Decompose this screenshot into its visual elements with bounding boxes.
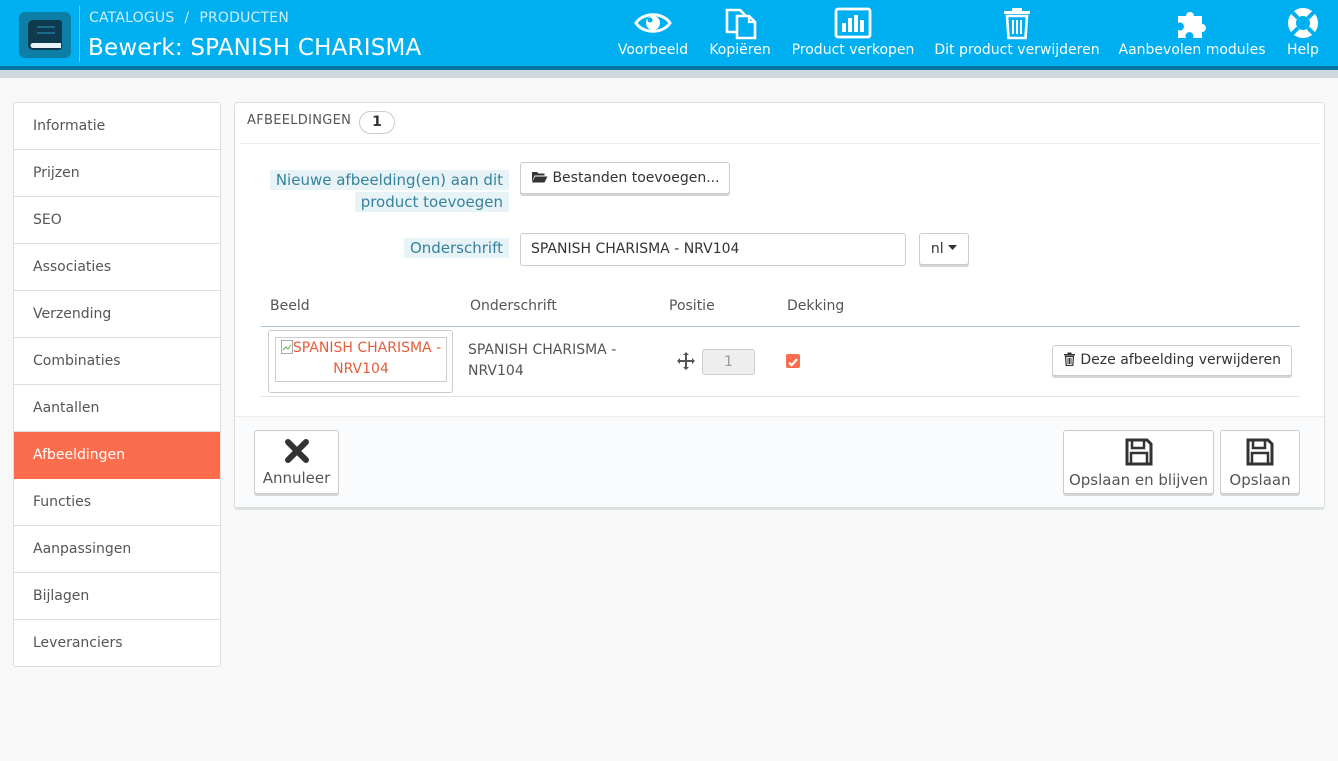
lifebuoy-icon (1288, 8, 1318, 38)
table-row-divider (261, 396, 1300, 397)
trash-small-icon (1063, 352, 1075, 367)
image-alt-text: SPANISH CHARISMA - NRV104 (292, 340, 442, 377)
top-header: CATALOGUS / PRODUCTEN Bewerk: SPANISH CHAR… (0, 0, 1338, 70)
catalog-book-icon (19, 12, 71, 58)
delete-image-button[interactable]: Deze afbeelding verwijderen (1052, 345, 1292, 376)
row-caption: SPANISH CHARISMA - NRV104 (468, 340, 616, 382)
copy-label: Kopiëren (709, 42, 771, 58)
image-count-badge: 1 (359, 111, 395, 134)
cancel-button[interactable]: Annuleer (254, 430, 339, 494)
sidebar-item-aanpassingen[interactable]: Aanpassingen (14, 526, 220, 573)
puzzle-icon (1178, 12, 1206, 38)
save-floppy-icon (1125, 438, 1152, 466)
column-header-position: Positie (669, 298, 715, 314)
sidebar-item-informatie[interactable]: Informatie (14, 103, 220, 150)
preview-label: Voorbeeld (617, 42, 689, 58)
sidebar-item-afbeeldingen[interactable]: Afbeeldingen (14, 432, 220, 479)
row-caption-line1: SPANISH CHARISMA - (468, 342, 617, 358)
language-value: nl (930, 241, 944, 257)
drag-move-icon[interactable] (676, 351, 696, 371)
new-image-label-line2: product toevoegen (354, 192, 509, 212)
sell-product-button[interactable]: Product verkopen (790, 6, 916, 64)
panel-heading: AFBEELDINGEN (247, 113, 352, 128)
folder-open-icon (532, 172, 548, 183)
help-button[interactable]: Help (1281, 6, 1325, 64)
save-label: Opslaan (1229, 471, 1291, 489)
sidebar-item-bijlagen[interactable]: Bijlagen (14, 573, 220, 620)
add-files-button[interactable]: Bestanden toevoegen... (520, 162, 730, 194)
recommended-modules-label: Aanbevolen modules (1118, 42, 1266, 58)
caption-input[interactable]: SPANISH CHARISMA - NRV104 (520, 233, 906, 266)
breadcrumb-products[interactable]: PRODUCTEN (199, 10, 289, 26)
delete-product-label: Dit product verwijderen (934, 42, 1100, 58)
header-shadow (0, 70, 1338, 78)
cancel-label: Annuleer (262, 469, 331, 487)
row-caption-line2: NRV104 (468, 363, 524, 379)
sidebar-item-functies[interactable]: Functies (14, 479, 220, 526)
panel-heading-divider (240, 143, 1321, 144)
image-thumbnail[interactable]: SPANISH CHARISMA - NRV104 (268, 330, 453, 393)
trash-icon (1004, 8, 1030, 40)
checkmark-icon (788, 358, 798, 367)
close-icon (284, 439, 309, 463)
save-button[interactable]: Opslaan (1220, 430, 1300, 494)
breadcrumb: CATALOGUS / PRODUCTEN (89, 10, 289, 26)
column-header-cover: Dekking (787, 298, 845, 314)
panel-footer: Annuleer Opslaan en blijven Opslaan (235, 416, 1324, 507)
chart-icon (834, 7, 872, 39)
caption-label: Onderschrift (385, 237, 509, 259)
breadcrumb-catalog[interactable]: CATALOGUS (89, 10, 174, 26)
caption-label-text: Onderschrift (403, 238, 509, 258)
header-divider (79, 6, 80, 62)
caret-down-icon (948, 245, 958, 250)
sidebar-item-associaties[interactable]: Associaties (14, 244, 220, 291)
language-dropdown[interactable]: nl (919, 233, 969, 265)
sidebar-item-combinaties[interactable]: Combinaties (14, 338, 220, 385)
new-image-label-line1: Nieuwe afbeelding(en) aan dit (269, 170, 509, 190)
copy-button[interactable]: Kopiëren (706, 6, 774, 64)
sell-product-label: Product verkopen (791, 42, 915, 58)
sidebar-item-seo[interactable]: SEO (14, 197, 220, 244)
delete-product-button[interactable]: Dit product verwijderen (932, 6, 1102, 64)
copy-icon (725, 8, 757, 40)
save-floppy-icon (1246, 438, 1274, 466)
add-files-label: Bestanden toevoegen... (552, 170, 720, 186)
page-title: Bewerk: SPANISH CHARISMA (88, 35, 422, 61)
save-and-stay-button[interactable]: Opslaan en blijven (1063, 430, 1214, 494)
sidebar-item-prijzen[interactable]: Prijzen (14, 150, 220, 197)
new-image-label: Nieuwe afbeelding(en) aan dit product to… (265, 169, 509, 213)
sidebar-item-leveranciers[interactable]: Leveranciers (14, 620, 220, 666)
sidebar-item-aantallen[interactable]: Aantallen (14, 385, 220, 432)
delete-image-label: Deze afbeelding verwijderen (1080, 352, 1282, 368)
sidebar-item-verzending[interactable]: Verzending (14, 291, 220, 338)
help-label: Help (1287, 42, 1319, 58)
recommended-modules-button[interactable]: Aanbevolen modules (1117, 6, 1267, 64)
save-and-stay-label: Opslaan en blijven (1068, 471, 1209, 489)
images-panel: AFBEELDINGEN 1 Nieuwe afbeelding(en) aan… (234, 102, 1325, 508)
column-header-image: Beeld (270, 298, 310, 314)
position-input[interactable]: 1 (702, 349, 755, 375)
table-header-divider (261, 326, 1300, 327)
breadcrumb-separator: / (184, 10, 190, 26)
broken-image-icon (280, 340, 293, 354)
broken-image: SPANISH CHARISMA - NRV104 (275, 337, 447, 382)
product-tabs-sidebar: Informatie Prijzen SEO Associaties Verze… (13, 102, 221, 667)
column-header-caption: Onderschrift (470, 298, 557, 314)
cover-checkbox[interactable] (786, 354, 800, 368)
eye-icon (634, 13, 672, 33)
preview-button[interactable]: Voorbeeld (616, 6, 690, 64)
